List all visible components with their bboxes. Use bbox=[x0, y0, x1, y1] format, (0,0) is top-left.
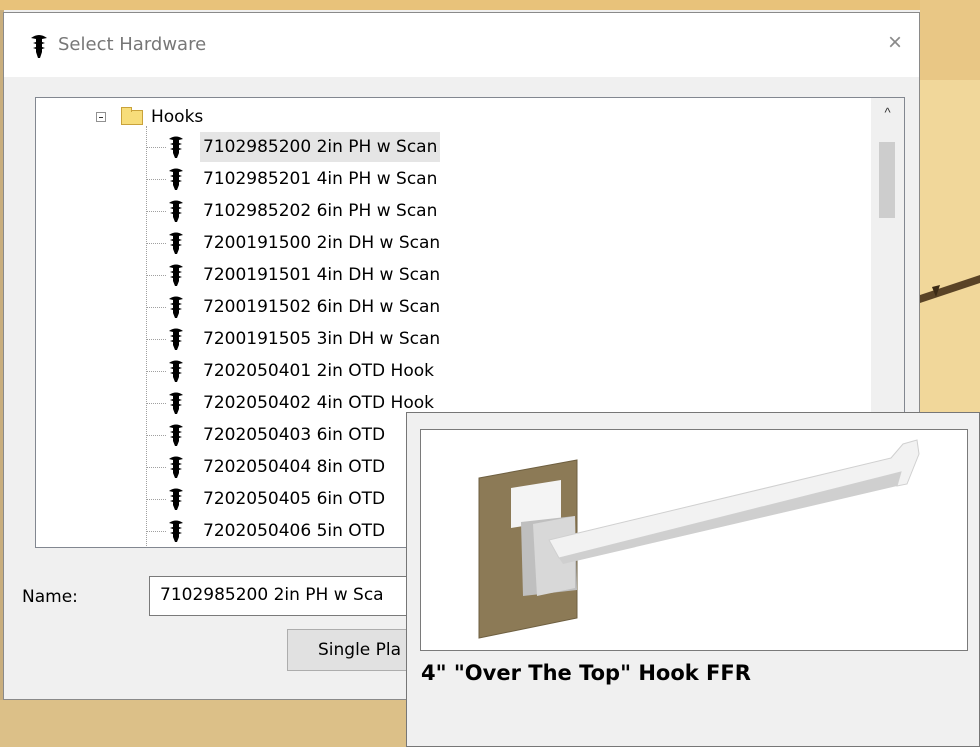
chevron-up-icon: ^ bbox=[884, 105, 891, 120]
hardware-icon bbox=[169, 488, 183, 510]
preview-image-frame bbox=[420, 429, 968, 651]
tree-item-label: 7202050404 8in OTD bbox=[203, 457, 386, 477]
hardware-preview-tooltip: 4" "Over The Top" Hook FFR bbox=[406, 412, 980, 747]
tree-item-label: 7202050401 2in OTD Hook bbox=[203, 361, 434, 381]
tree-connector bbox=[146, 531, 166, 532]
tree-connector bbox=[146, 467, 166, 468]
tree-connector bbox=[146, 435, 166, 436]
title-bar[interactable]: Select Hardware × bbox=[4, 13, 919, 77]
tree-item-label: 7202050405 6in OTD bbox=[203, 489, 386, 509]
hardware-icon bbox=[169, 296, 183, 318]
collapse-icon[interactable] bbox=[96, 112, 106, 122]
hardware-icon bbox=[169, 520, 183, 542]
tree-connector bbox=[146, 211, 166, 212]
tree-connector bbox=[146, 371, 166, 372]
tree-item-label: 7200191501 4in DH w Scan bbox=[203, 265, 441, 285]
background-app-scene bbox=[0, 0, 980, 10]
preview-caption: 4" "Over The Top" Hook FFR bbox=[421, 661, 751, 685]
tree-item-label: 7200191505 3in DH w Scan bbox=[203, 329, 441, 349]
hardware-icon bbox=[169, 136, 183, 158]
hardware-icon bbox=[169, 200, 183, 222]
background-3d-shelf bbox=[920, 0, 980, 80]
scroll-thumb[interactable] bbox=[879, 142, 895, 218]
tree-item-label: 7102985202 6in PH w Scan bbox=[203, 201, 438, 221]
hardware-icon bbox=[169, 424, 183, 446]
tree-item-label: 7200191500 2in DH w Scan bbox=[203, 233, 441, 253]
scroll-up-button[interactable]: ^ bbox=[871, 98, 904, 126]
tree-connector bbox=[146, 307, 166, 308]
close-icon: × bbox=[887, 29, 902, 56]
hardware-icon bbox=[169, 232, 183, 254]
tree-connector bbox=[146, 147, 166, 148]
tree-item-label: 7102985200 2in PH w Scan bbox=[200, 132, 441, 162]
folder-icon bbox=[121, 107, 143, 125]
background-3d-detail bbox=[920, 275, 980, 303]
hardware-icon bbox=[169, 264, 183, 286]
hardware-icon bbox=[169, 168, 183, 190]
tree-connector bbox=[146, 243, 166, 244]
background-3d-floor bbox=[0, 700, 410, 747]
hardware-icon bbox=[169, 360, 183, 382]
tree-item-label: 7202050402 4in OTD Hook bbox=[203, 393, 434, 413]
hardware-icon bbox=[169, 392, 183, 414]
tree-item-label: 7202050403 6in OTD bbox=[203, 425, 386, 445]
tree-connector bbox=[146, 339, 166, 340]
folder-label: Hooks bbox=[151, 107, 204, 127]
hardware-icon bbox=[169, 328, 183, 350]
hardware-icon bbox=[169, 456, 183, 478]
close-button[interactable]: × bbox=[879, 27, 911, 59]
tree-item-label: 7102985201 4in PH w Scan bbox=[203, 169, 438, 189]
tree-connector bbox=[146, 179, 166, 180]
hook-preview-image bbox=[478, 439, 920, 639]
tree-item-label: 7202050406 5in OTD bbox=[203, 521, 386, 541]
tree-connector bbox=[146, 499, 166, 500]
name-label: Name: bbox=[22, 587, 78, 607]
tree-connector bbox=[146, 275, 166, 276]
tree-connector bbox=[146, 403, 166, 404]
tree-connector-line bbox=[146, 126, 147, 547]
tree-item-label: 7200191502 6in DH w Scan bbox=[203, 297, 441, 317]
hardware-icon bbox=[31, 35, 47, 58]
dialog-title: Select Hardware bbox=[58, 34, 207, 55]
